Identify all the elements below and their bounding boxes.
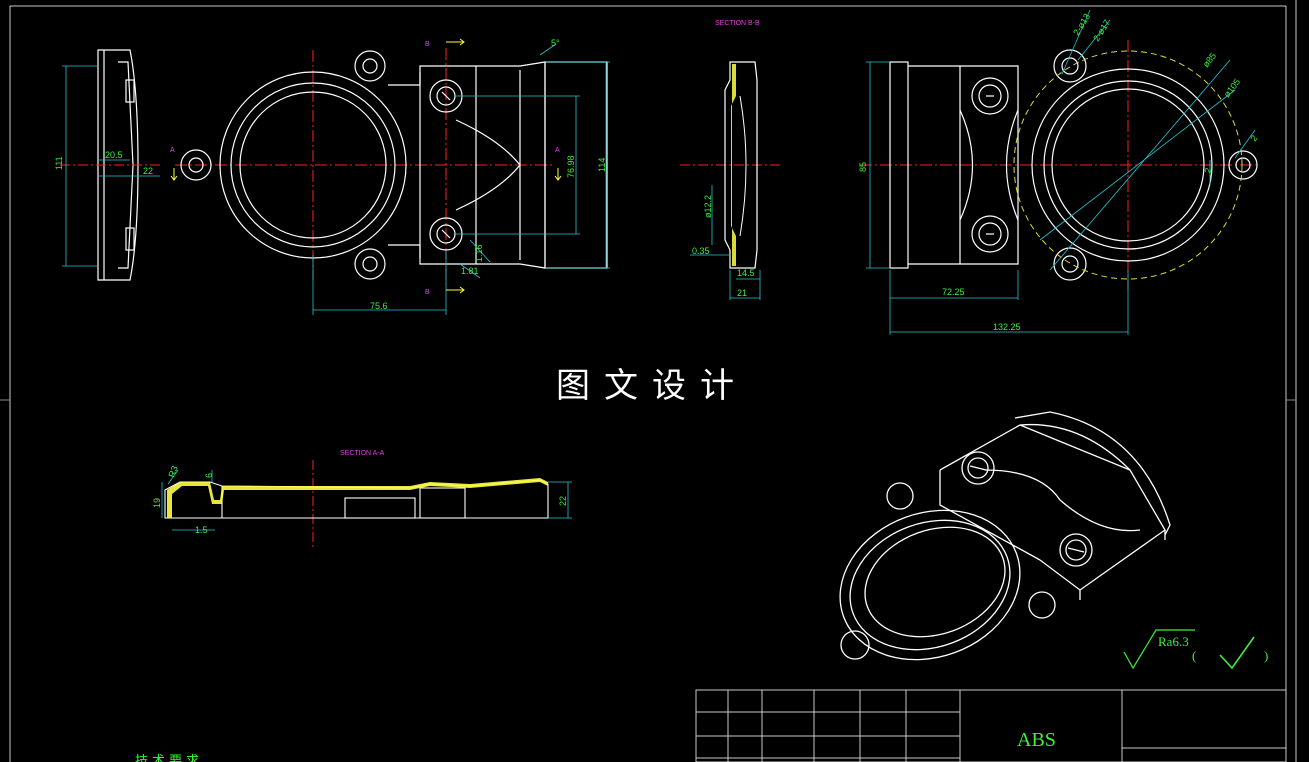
drawing-sheet: 111 20.5 22 75.6 114 76.98 1.81 1.16 5° … (0, 0, 1297, 762)
dim-bb-w1: 14.5 (737, 268, 755, 278)
dim-top-inner: 76.98 (566, 155, 576, 178)
section-bb-view: SECTION B-B ø12.2 0.35 14.5 21 (680, 20, 780, 300)
material-label: ABS (1017, 729, 1056, 751)
title-block (695, 689, 1287, 762)
dim-top-width: 75.6 (370, 301, 388, 311)
dim-aa-w: 6 (204, 473, 214, 478)
surface-finish-label: Ra6.3 (1158, 634, 1189, 649)
dim-aa-r: R3 (166, 464, 179, 478)
dim-top-height: 114 (597, 158, 607, 172)
side-view: 111 20.5 22 (54, 49, 160, 281)
dim-aa-b: 1.5 (195, 525, 208, 535)
paren-close: ) (1264, 648, 1268, 663)
section-aa-title: SECTION A-A (340, 450, 385, 457)
dim-bb-thk: 0.35 (692, 246, 710, 256)
dim-right-h: 85 (858, 162, 868, 172)
dim-right-d1: 2-ø13 (1071, 12, 1092, 37)
dim-top-small-1: 1.81 (461, 266, 479, 276)
dim-top-small-2: 1.16 (474, 244, 484, 262)
dim-aa-h2: 22 (558, 496, 568, 506)
section-aa-view: SECTION A-A R3 6 19 1.5 22 (152, 450, 572, 550)
dim-right-d3: ø85 (1201, 51, 1218, 69)
cut-label-a-left: A (170, 147, 175, 154)
section-bb-title: SECTION B-B (715, 20, 760, 27)
dim-side-depth: 20.5 (105, 150, 123, 160)
watermark-title: 图文设计 (556, 366, 748, 406)
surface-finish-symbol: Ra6.3 ( ) (1123, 629, 1268, 670)
dim-right-d2: 2-ø17 (1091, 18, 1112, 43)
cut-label-b-top: B (425, 41, 430, 48)
dim-side-offset: 22 (143, 166, 153, 176)
cut-label-b-bottom: B (425, 289, 430, 296)
dim-side-height: 111 (54, 156, 64, 170)
dim-right-w1: 72.25 (942, 287, 965, 297)
paren-open: ( (1192, 648, 1196, 663)
cad-drawing-canvas[interactable]: 111 20.5 22 75.6 114 76.98 1.81 1.16 5° … (0, 0, 1309, 762)
dim-aa-h1: 19 (152, 498, 162, 508)
cut-label-a-right: A (555, 147, 560, 154)
dim-right-w2: 132.25 (993, 322, 1021, 332)
right-view: 85 72.25 132.25 2-ø13 2-ø17 ø85 ø105 2 2 (858, 9, 1260, 335)
dim-right-r2: 2 (1248, 133, 1259, 143)
dim-bb-dia: ø12.2 (703, 195, 713, 218)
top-view: 75.6 114 76.98 1.81 1.16 5° A A B B (170, 38, 610, 315)
tech-requirements-label: 技术要求 (135, 753, 203, 762)
dim-bb-w2: 21 (737, 288, 747, 298)
isometric-view (839, 411, 1171, 661)
dim-right-d4: ø105 (1222, 77, 1243, 99)
